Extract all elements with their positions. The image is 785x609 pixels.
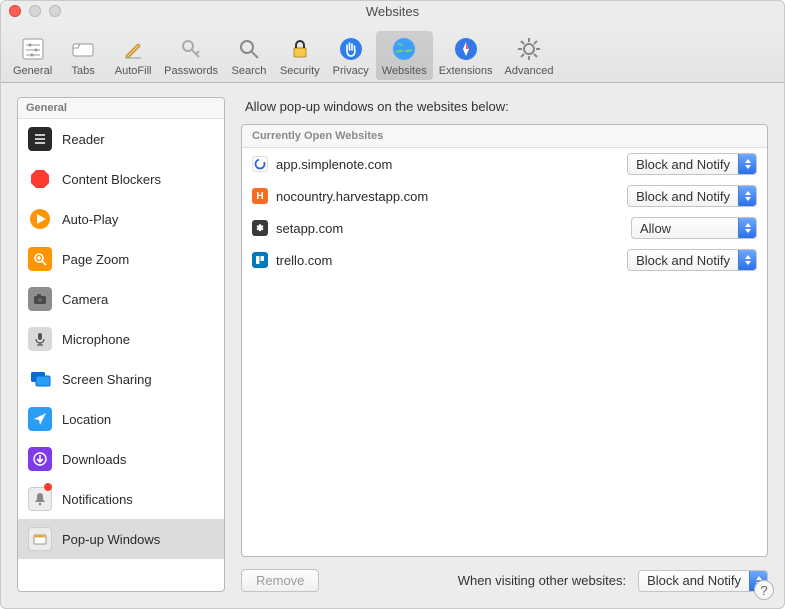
site-setting-select[interactable]: Block and Notify: [627, 185, 757, 207]
notification-badge: [44, 483, 52, 491]
select-value: Block and Notify: [628, 186, 738, 206]
toolbar-item-general[interactable]: General: [7, 31, 58, 80]
toolbar-item-passwords[interactable]: Passwords: [158, 31, 224, 80]
magnifier-icon: [235, 35, 263, 63]
site-favicon: [252, 156, 268, 172]
sidebar-item-page-zoom[interactable]: Page Zoom: [18, 239, 224, 279]
play-icon: [28, 207, 52, 231]
site-setting-select[interactable]: Block and Notify: [627, 249, 757, 271]
site-row[interactable]: ✽ setapp.com Allow: [242, 212, 767, 244]
toolbar-item-search[interactable]: Search: [224, 31, 274, 80]
gear-icon: [515, 35, 543, 63]
footer-row: Remove When visiting other websites: Blo…: [241, 569, 768, 592]
site-row[interactable]: app.simplenote.com Block and Notify: [242, 148, 767, 180]
site-domain: app.simplenote.com: [276, 157, 619, 172]
sidebar-item-label: Downloads: [62, 452, 126, 467]
select-value: Block and Notify: [639, 571, 749, 591]
sidebar-item-label: Reader: [62, 132, 105, 147]
lock-icon: [286, 35, 314, 63]
toolbar-item-websites[interactable]: Websites: [376, 31, 433, 80]
site-favicon: H: [252, 188, 268, 204]
sidebar-item-microphone[interactable]: Microphone: [18, 319, 224, 359]
preferences-window: Websites General Tabs AutoFill Passwords: [0, 0, 785, 609]
sidebar-item-label: Page Zoom: [62, 252, 129, 267]
help-button[interactable]: ?: [754, 580, 774, 600]
sidebar-item-location[interactable]: Location: [18, 399, 224, 439]
popup-icon: [28, 527, 52, 551]
main-heading: Allow pop-up windows on the websites bel…: [245, 99, 768, 114]
key-icon: [177, 35, 205, 63]
chevron-updown-icon: [738, 186, 756, 206]
sidebar-item-downloads[interactable]: Downloads: [18, 439, 224, 479]
toolbar-item-tabs[interactable]: Tabs: [58, 31, 108, 80]
toolbar-item-security[interactable]: Security: [274, 31, 326, 80]
toolbar-item-advanced[interactable]: Advanced: [499, 31, 560, 80]
download-icon: [28, 447, 52, 471]
reader-icon: [28, 127, 52, 151]
site-domain: nocountry.harvestapp.com: [276, 189, 619, 204]
zoom-window-button[interactable]: [49, 5, 61, 17]
sidebar-item-label: Microphone: [62, 332, 130, 347]
location-icon: [28, 407, 52, 431]
compass-icon: [452, 35, 480, 63]
sidebar-item-label: Screen Sharing: [62, 372, 152, 387]
sliders-icon: [19, 35, 47, 63]
site-domain: setapp.com: [276, 221, 623, 236]
window-title: Websites: [366, 4, 419, 19]
camera-icon: [28, 287, 52, 311]
chevron-updown-icon: [738, 250, 756, 270]
titlebar: Websites: [1, 1, 784, 21]
site-row[interactable]: trello.com Block and Notify: [242, 244, 767, 276]
hand-icon: [337, 35, 365, 63]
select-value: Block and Notify: [628, 154, 738, 174]
sidebar-item-label: Camera: [62, 292, 108, 307]
sidebar-item-label: Auto-Play: [62, 212, 118, 227]
sidebar-section-header: General: [18, 98, 224, 119]
default-setting-select[interactable]: Block and Notify: [638, 570, 768, 592]
globe-icon: [390, 35, 418, 63]
chevron-updown-icon: [738, 154, 756, 174]
content-area: General Reader Content Blockers Auto-Pla…: [1, 83, 784, 608]
toolbar: General Tabs AutoFill Passwords Search: [1, 21, 784, 83]
sidebar-item-reader[interactable]: Reader: [18, 119, 224, 159]
sites-box: Currently Open Websites app.simplenote.c…: [241, 124, 768, 557]
sidebar-item-label: Notifications: [62, 492, 133, 507]
sites-list: app.simplenote.com Block and Notify H no…: [242, 148, 767, 556]
site-setting-select[interactable]: Block and Notify: [627, 153, 757, 175]
toolbar-item-autofill[interactable]: AutoFill: [108, 31, 158, 80]
site-favicon: [252, 252, 268, 268]
sidebar-item-label: Content Blockers: [62, 172, 161, 187]
tab-icon: [69, 35, 97, 63]
select-value: Block and Notify: [628, 250, 738, 270]
site-domain: trello.com: [276, 253, 619, 268]
sidebar-item-screen-sharing[interactable]: Screen Sharing: [18, 359, 224, 399]
default-setting-label: When visiting other websites:: [458, 573, 626, 588]
sidebar-item-popup-windows[interactable]: Pop-up Windows: [18, 519, 224, 559]
sidebar: General Reader Content Blockers Auto-Pla…: [17, 97, 225, 592]
sidebar-item-notifications[interactable]: Notifications: [18, 479, 224, 519]
pen-icon: [119, 35, 147, 63]
mic-icon: [28, 327, 52, 351]
zoom-icon: [28, 247, 52, 271]
sidebar-item-content-blockers[interactable]: Content Blockers: [18, 159, 224, 199]
toolbar-item-extensions[interactable]: Extensions: [433, 31, 499, 80]
site-favicon: ✽: [252, 220, 268, 236]
sidebar-item-auto-play[interactable]: Auto-Play: [18, 199, 224, 239]
stop-icon: [28, 167, 52, 191]
chevron-updown-icon: [738, 218, 756, 238]
remove-button[interactable]: Remove: [241, 569, 319, 592]
sidebar-item-label: Location: [62, 412, 111, 427]
site-row[interactable]: H nocountry.harvestapp.com Block and Not…: [242, 180, 767, 212]
sidebar-item-camera[interactable]: Camera: [18, 279, 224, 319]
sites-box-header: Currently Open Websites: [242, 125, 767, 148]
site-setting-select[interactable]: Allow: [631, 217, 757, 239]
main-panel: Allow pop-up windows on the websites bel…: [241, 97, 768, 592]
close-window-button[interactable]: [9, 5, 21, 17]
screens-icon: [28, 367, 52, 391]
minimize-window-button[interactable]: [29, 5, 41, 17]
select-value: Allow: [632, 218, 738, 238]
window-controls: [9, 5, 61, 17]
sidebar-item-label: Pop-up Windows: [62, 532, 160, 547]
toolbar-item-privacy[interactable]: Privacy: [326, 31, 376, 80]
